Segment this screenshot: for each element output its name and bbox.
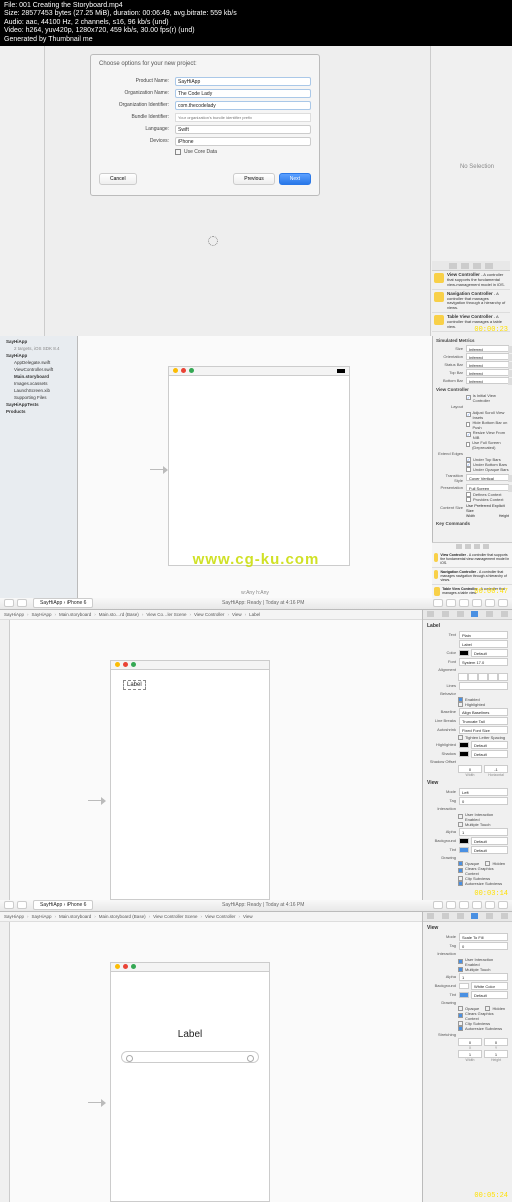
- previous-button[interactable]: Previous: [233, 173, 274, 185]
- product-name-input[interactable]: SayHiApp: [175, 77, 311, 86]
- modal-title: Choose options for your new project:: [99, 61, 311, 67]
- tablevc-icon: [434, 315, 444, 325]
- view-controller-scene[interactable]: Label: [110, 962, 270, 1202]
- view-controller-scene[interactable]: Label: [110, 660, 270, 900]
- ui-label[interactable]: Label: [123, 680, 146, 690]
- lib-item-vc[interactable]: View Controller - A controller that supp…: [432, 271, 510, 290]
- attributes-inspector[interactable]: Label TextPlain Label ColorDefault FontS…: [422, 610, 512, 900]
- frame-3: SayHiApp › iPhone 6 SayHiApp: Ready | To…: [0, 598, 512, 900]
- storyboard-canvas[interactable]: Label: [10, 620, 422, 900]
- ui-textfield[interactable]: [121, 1051, 259, 1063]
- attributes-inspector[interactable]: Simulated Metrics SizeInferred Orientati…: [432, 336, 512, 598]
- xcode-toolbar: SayHiApp › iPhone 6 SayHiApp: Ready | To…: [0, 900, 512, 912]
- navcontroller-icon: [434, 292, 444, 302]
- frame-2: SayHiApp 2 targets, iOS SDK 8.4 SayHiApp…: [0, 336, 512, 598]
- next-button[interactable]: Next: [279, 173, 311, 185]
- breadcrumb[interactable]: SayHiApp› SayHiApp› Main.storyboard› Mai…: [0, 610, 422, 620]
- object-library: View Controller - A controller that supp…: [432, 261, 510, 332]
- project-navigator[interactable]: SayHiApp 2 targets, iOS SDK 8.4 SayHiApp…: [0, 336, 78, 598]
- scheme-select[interactable]: SayHiApp › iPhone 6: [33, 598, 93, 608]
- timestamp: 00:00:47: [474, 588, 508, 596]
- inspector-tabs[interactable]: [423, 912, 512, 922]
- attributes-inspector[interactable]: View ModeScale To Fill Tag0 Interaction …: [422, 912, 512, 1202]
- org-name-input[interactable]: The Code Lady: [175, 89, 311, 98]
- run-button[interactable]: [4, 599, 14, 607]
- initial-vc-arrow-icon: [150, 464, 168, 476]
- video-info-overlay: File: 001 Creating the Storyboard.mp4 Si…: [0, 0, 512, 46]
- frame-1: No Selection View Controller - A control…: [0, 46, 512, 336]
- bundle-id-hint: Your organization's bundle identifier pr…: [175, 113, 311, 122]
- inspector-tabs[interactable]: [423, 610, 512, 620]
- watermark: www.cg-ku.com: [193, 551, 320, 568]
- stop-button[interactable]: [17, 599, 27, 607]
- view-controller-scene[interactable]: [168, 366, 350, 566]
- storyboard-canvas[interactable]: Label: [10, 922, 422, 1202]
- frame-4: SayHiApp › iPhone 6 SayHiApp: Ready | To…: [0, 900, 512, 1202]
- coredata-checkbox[interactable]: [175, 149, 181, 155]
- org-id-input[interactable]: com.thecodelady: [175, 101, 311, 110]
- timestamp: 00:05:24: [474, 1192, 508, 1200]
- run-button[interactable]: [4, 901, 14, 909]
- alignment-segmented[interactable]: [458, 673, 508, 681]
- viewcontroller-icon: [434, 273, 444, 283]
- devices-select[interactable]: iPhone: [175, 137, 311, 146]
- lib-item-nc[interactable]: Navigation Controller - A controller tha…: [432, 568, 512, 585]
- initial-vc-arrow-icon: [88, 1097, 106, 1109]
- lib-item-vc[interactable]: View Controller - A controller that supp…: [432, 551, 512, 568]
- timestamp: 00:03:14: [474, 890, 508, 898]
- initial-vc-checkbox[interactable]: [466, 395, 471, 400]
- status-bar: SayHiApp: Ready | Today at 4:16 PM: [99, 600, 427, 606]
- cancel-button[interactable]: Cancel: [99, 173, 137, 185]
- xcode-toolbar: SayHiApp › iPhone 6 SayHiApp: Ready | To…: [0, 598, 512, 610]
- breadcrumb[interactable]: SayHiApp› SayHiApp› Main.storyboard› Mai…: [0, 912, 422, 922]
- timestamp: 00:00:23: [474, 326, 508, 334]
- spinner-icon: [208, 236, 218, 246]
- ui-label[interactable]: Label: [117, 1028, 263, 1041]
- initial-vc-arrow-icon: [88, 795, 106, 807]
- status-bar: SayHiApp: Ready | Today at 4:16 PM: [99, 902, 427, 908]
- no-selection-label: No Selection: [460, 164, 494, 170]
- new-project-modal: Choose options for your new project: Pro…: [90, 54, 320, 196]
- language-select[interactable]: Swift: [175, 125, 311, 134]
- scheme-select[interactable]: SayHiApp › iPhone 6: [33, 900, 93, 910]
- lib-item-nc[interactable]: Navigation Controller - A controller tha…: [432, 290, 510, 313]
- stop-button[interactable]: [17, 901, 27, 909]
